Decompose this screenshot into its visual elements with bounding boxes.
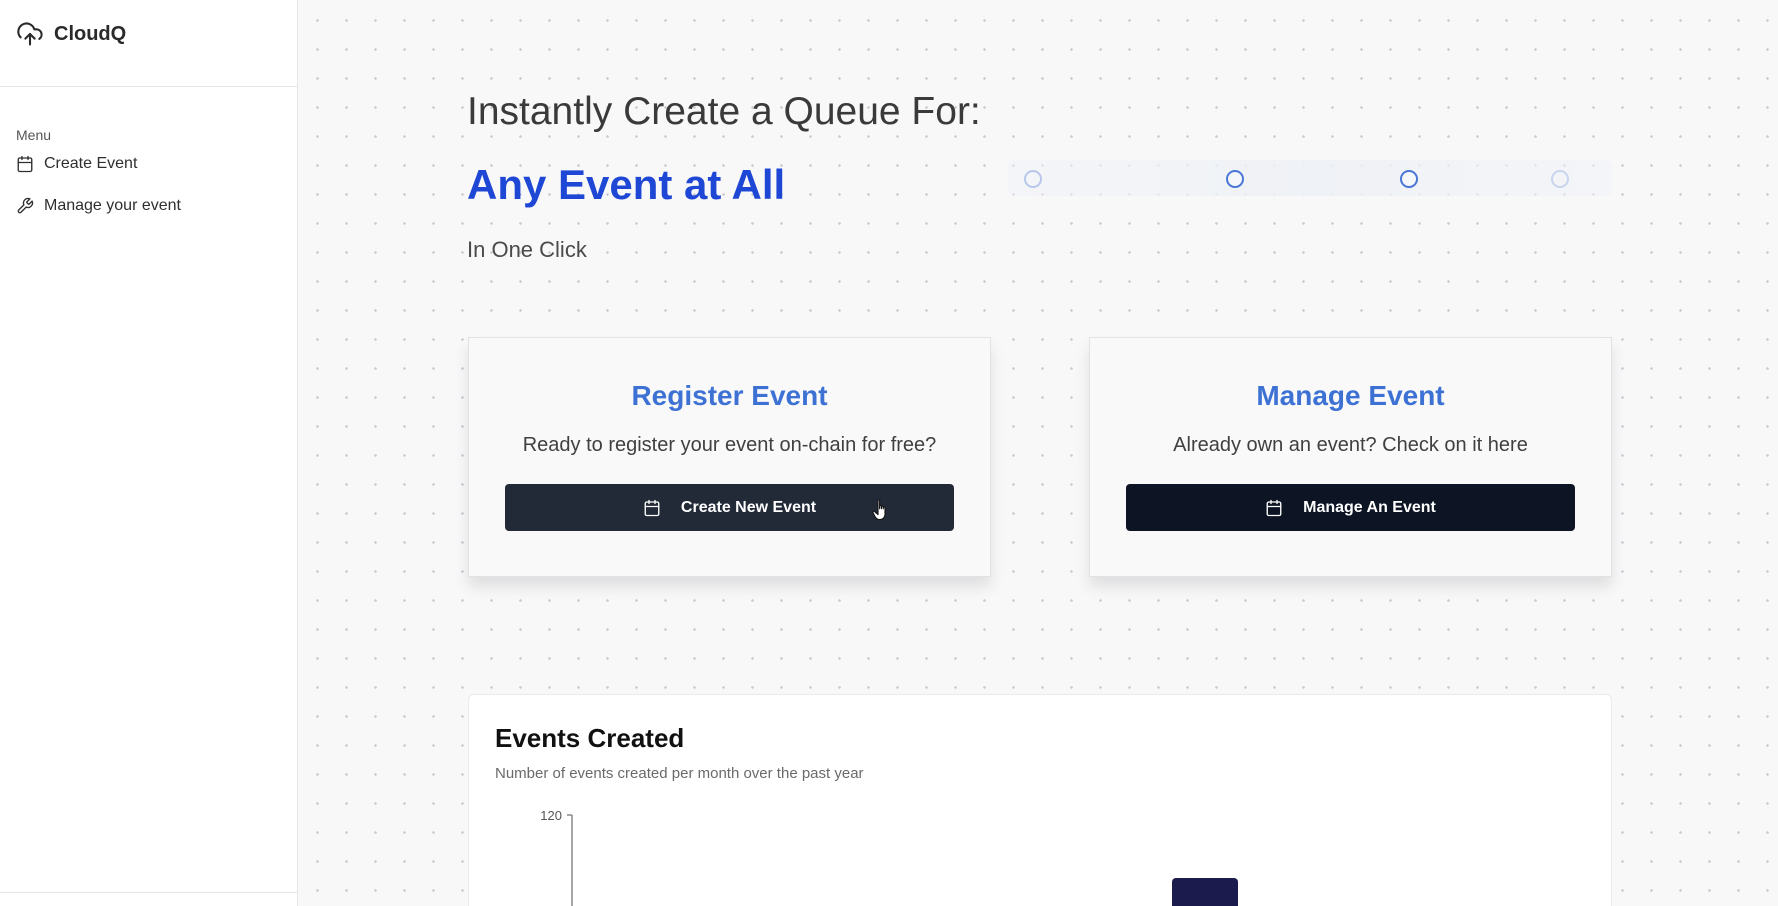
calendar-icon (644, 499, 660, 516)
brand[interactable]: CloudQ (0, 0, 297, 87)
hand-pointer-cursor-icon (872, 499, 886, 521)
sidebar-item-manage-event[interactable]: Manage your event (0, 185, 297, 227)
menu-label: Menu (16, 127, 52, 143)
cloud-upload-icon (17, 22, 43, 46)
manage-an-event-button[interactable]: Manage An Event (1126, 484, 1575, 531)
manage-event-title: Manage Event (1256, 380, 1445, 411)
sidebar-item-label: Create Event (44, 155, 138, 172)
register-event-card: Register Event Ready to register your ev… (468, 337, 991, 577)
sidebar-item-create-event[interactable]: Create Event (0, 143, 297, 185)
register-event-description: Ready to register your event on-chain fo… (522, 434, 937, 456)
manage-an-event-label: Manage An Event (1303, 498, 1436, 516)
hero-subtitle: In One Click (467, 237, 587, 262)
events-bar-chart: 120 (540, 808, 1238, 906)
manage-event-description: Already own an event? Check on it here (1173, 434, 1528, 456)
main-content: Instantly Create a Queue For: Any Event … (299, 0, 1778, 906)
sidebar-footer-divider (0, 892, 297, 906)
animated-steps-indicator (1008, 160, 1612, 196)
wrench-icon (17, 197, 34, 214)
step-dot (1400, 170, 1418, 188)
manage-event-card: Manage Event Already own an event? Check… (1089, 337, 1612, 577)
step-dot (1024, 170, 1042, 188)
y-tick-label: 120 (540, 808, 562, 823)
brand-name: CloudQ (54, 22, 127, 45)
calendar-icon (1266, 499, 1282, 516)
hero-title: Instantly Create a Queue For: (467, 90, 981, 133)
register-event-title: Register Event (631, 380, 828, 411)
create-new-event-label: Create New Event (680, 498, 817, 516)
events-created-chart-card: Events Created Number of events created … (468, 694, 1612, 906)
calendar-icon (17, 155, 33, 173)
step-dot (1226, 170, 1244, 188)
sidebar: CloudQ Menu Create Event Manage your eve… (0, 0, 298, 906)
sidebar-item-label: Manage your event (44, 197, 181, 214)
step-dot (1551, 170, 1569, 188)
hero-accent-text: Any Event at All (467, 161, 786, 208)
chart-bar (1172, 878, 1238, 906)
